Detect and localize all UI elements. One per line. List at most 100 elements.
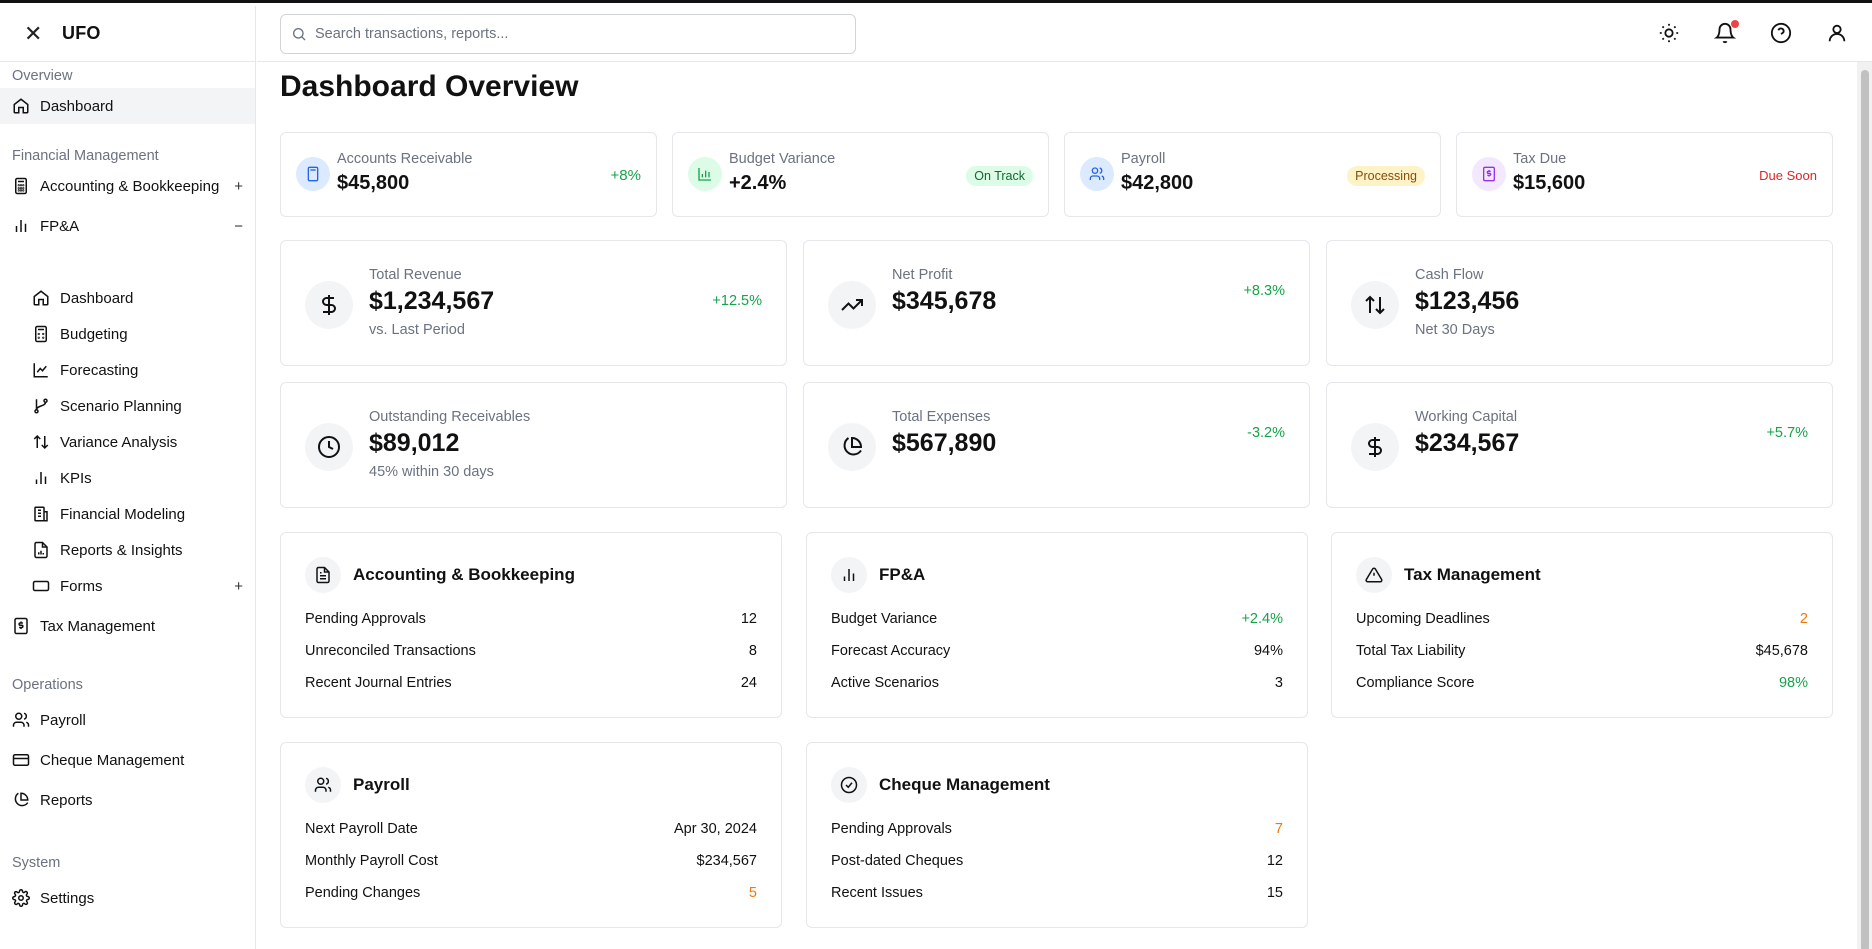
file-chart-icon	[34, 541, 48, 559]
close-sidebar-icon[interactable]: ✕	[24, 22, 42, 45]
metric-subtext: 45% within 30 days	[369, 464, 494, 480]
metric-subtext: vs. Last Period	[369, 322, 465, 338]
users-icon	[1080, 157, 1114, 191]
module-card-cheque-management[interactable]: Cheque Management Pending Approvals 7 Pos…	[806, 742, 1308, 928]
sidebar-item-budgeting[interactable]: Budgeting	[0, 316, 255, 352]
module-row: Upcoming Deadlines 2	[1356, 611, 1808, 627]
sidebar-item-financial-modeling[interactable]: Financial Modeling	[0, 496, 255, 532]
metric-value: $123,456	[1415, 287, 1520, 315]
row-value: 15	[1266, 885, 1283, 901]
summary-card-tax-due[interactable]: Tax Due $15,600 Due Soon	[1456, 132, 1833, 217]
metric-card-net-profit[interactable]: Net Profit $345,678 +8.3%	[803, 240, 1310, 366]
sidebar-item-tax-management[interactable]: Tax Management	[0, 608, 255, 644]
metric-label: Net Profit	[892, 267, 953, 283]
module-card-accounting[interactable]: Accounting & Bookkeeping Pending Approva…	[280, 532, 782, 718]
sidebar-item-settings[interactable]: Settings	[0, 880, 255, 916]
expand-icon[interactable]: +	[234, 178, 243, 195]
section-overview: Overview	[12, 68, 73, 84]
sidebar-item-forms[interactable]: Forms +	[0, 568, 255, 604]
module-title: FP&A	[879, 565, 926, 584]
sidebar-item-payroll[interactable]: Payroll	[0, 702, 255, 738]
row-label: Total Tax Liability	[1356, 643, 1466, 659]
bar-chart-icon	[35, 472, 47, 484]
metric-label: Cash Flow	[1415, 267, 1484, 283]
sidebar-item-scenario-planning[interactable]: Scenario Planning	[0, 388, 255, 424]
module-row: Recent Journal Entries 24	[305, 675, 757, 691]
module-header: Accounting & Bookkeeping	[305, 557, 575, 593]
row-value: $234,567	[696, 853, 757, 869]
sidebar-item-variance-analysis[interactable]: Variance Analysis	[0, 424, 255, 460]
metric-card-cash-flow[interactable]: Cash Flow $123,456 Net 30 Days	[1326, 240, 1833, 366]
row-label: Monthly Payroll Cost	[305, 853, 438, 869]
sidebar-item-label: Financial Modeling	[60, 505, 186, 523]
summary-card-payroll[interactable]: Payroll $42,800 Processing	[1064, 132, 1441, 217]
module-card-tax-management[interactable]: Tax Management Upcoming Deadlines 2 Total…	[1331, 532, 1833, 718]
help-button[interactable]	[1770, 22, 1794, 46]
bar-chart-icon	[15, 220, 27, 232]
user-icon	[1828, 24, 1846, 42]
metric-card-total-expenses[interactable]: Total Expenses $567,890 -3.2%	[803, 382, 1310, 508]
collapse-icon[interactable]: −	[234, 218, 243, 235]
module-row: Monthly Payroll Cost $234,567	[305, 853, 757, 869]
module-row: Budget Variance +2.4%	[831, 611, 1283, 627]
file-text-icon	[305, 557, 341, 593]
metric-card-working-capital[interactable]: Working Capital $234,567 +5.7%	[1326, 382, 1833, 508]
sidebar-item-label: Cheque Management	[40, 751, 185, 769]
summary-value: $42,800	[1121, 172, 1194, 194]
sidebar-item-forecasting[interactable]: Forecasting	[0, 352, 255, 388]
scrollbar[interactable]	[1857, 62, 1872, 949]
row-value: 98%	[1778, 675, 1808, 691]
summary-label: Tax Due	[1513, 151, 1567, 167]
metric-card-outstanding-receivables[interactable]: Outstanding Receivables $89,012 45% with…	[280, 382, 787, 508]
sidebar-item-cheque-management[interactable]: Cheque Management	[0, 742, 255, 778]
sidebar-item-reports-insights[interactable]: Reports & Insights	[0, 532, 255, 568]
sidebar-item-accounting[interactable]: Accounting & Bookkeeping +	[0, 168, 255, 204]
sidebar-item-fpa-dashboard[interactable]: Dashboard	[0, 280, 255, 316]
sidebar-item-reports[interactable]: Reports	[0, 782, 255, 818]
sidebar-item-label: Forms	[60, 577, 103, 595]
sun-icon	[1659, 23, 1679, 43]
users-icon	[305, 767, 341, 803]
alert-triangle-icon	[1356, 557, 1392, 593]
summary-card-accounts-receivable[interactable]: Accounts Receivable $45,800 +8%	[280, 132, 657, 217]
status-badge: Processing	[1347, 166, 1425, 186]
notifications-button[interactable]	[1713, 20, 1739, 46]
theme-toggle-button[interactable]	[1658, 22, 1682, 46]
dollar-icon	[1351, 423, 1399, 471]
sidebar-item-label: FP&A	[40, 217, 80, 235]
section-operations: Operations	[12, 677, 83, 693]
receipt-dollar-icon	[1472, 157, 1506, 191]
module-header: Cheque Management	[831, 767, 1050, 803]
search-input[interactable]	[315, 26, 835, 42]
module-row: Pending Approvals 12	[305, 611, 757, 627]
row-value: 7	[1274, 821, 1283, 837]
top-bar	[257, 6, 1872, 62]
module-header: FP&A	[831, 557, 925, 593]
metric-value: $345,678	[892, 287, 997, 315]
sidebar-item-fpa[interactable]: FP&A −	[0, 208, 255, 244]
sidebar-item-dashboard[interactable]: Dashboard	[0, 88, 255, 124]
sidebar-item-kpis[interactable]: KPIs	[0, 460, 255, 496]
row-label: Post-dated Cheques	[831, 853, 964, 869]
row-label: Pending Approvals	[831, 821, 952, 837]
search-box[interactable]	[280, 14, 856, 54]
metric-change: +5.7%	[1766, 425, 1808, 441]
home-icon	[33, 290, 49, 306]
summary-change: +8%	[610, 167, 641, 184]
calculator-icon	[15, 177, 27, 195]
sidebar-item-label: Scenario Planning	[60, 397, 182, 415]
metric-value: $234,567	[1415, 429, 1520, 457]
row-value: 2	[1799, 611, 1808, 627]
user-profile-button[interactable]	[1826, 22, 1850, 46]
metric-label: Total Expenses	[892, 409, 991, 425]
module-card-payroll[interactable]: Payroll Next Payroll Date Apr 30, 2024 Mo…	[280, 742, 782, 928]
expand-icon[interactable]: +	[234, 578, 243, 595]
arrows-up-down-icon	[1351, 281, 1399, 329]
summary-card-budget-variance[interactable]: Budget Variance +2.4% On Track	[672, 132, 1049, 217]
row-value: 12	[1266, 853, 1283, 869]
metric-card-total-revenue[interactable]: Total Revenue $1,234,567 vs. Last Period…	[280, 240, 787, 366]
pie-chart-icon	[828, 423, 876, 471]
row-label: Active Scenarios	[831, 675, 939, 691]
scrollbar-thumb[interactable]	[1861, 70, 1869, 949]
module-card-fpa[interactable]: FP&A Budget Variance +2.4% Forecast Accur…	[806, 532, 1308, 718]
